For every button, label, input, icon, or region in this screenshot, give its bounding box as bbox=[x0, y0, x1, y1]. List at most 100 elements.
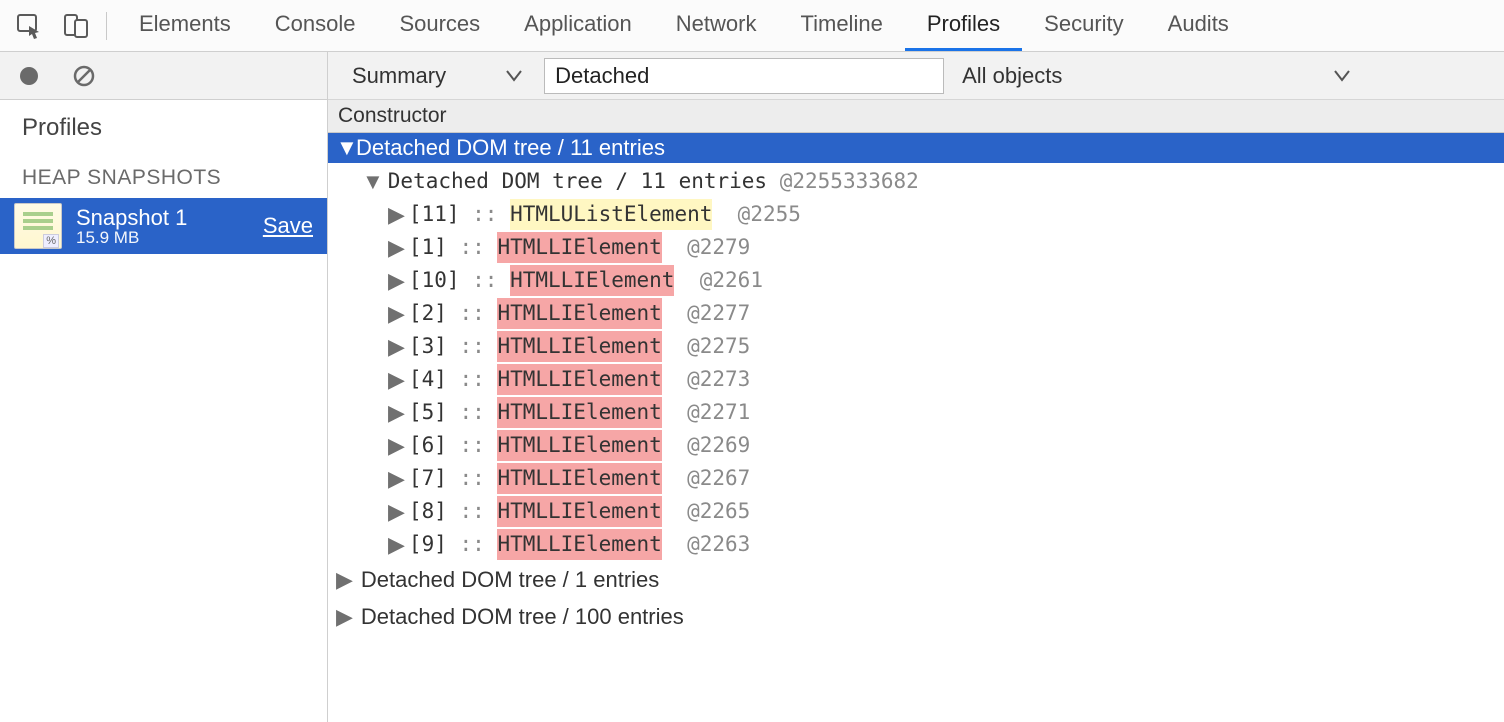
tab-audits[interactable]: Audits bbox=[1146, 0, 1251, 51]
child-separator: :: bbox=[447, 529, 498, 561]
collapsed-group-row[interactable]: ▶Detached DOM tree / 100 entries bbox=[328, 598, 1504, 635]
collapsed-group-label: Detached DOM tree / 1 entries bbox=[361, 563, 659, 596]
child-index: [9] bbox=[409, 529, 447, 561]
view-mode-select[interactable]: Summary bbox=[342, 59, 532, 93]
disclosure-right-icon[interactable]: ▶ bbox=[336, 563, 353, 596]
child-type: HTMLLIElement bbox=[497, 232, 661, 264]
disclosure-right-icon[interactable]: ▶ bbox=[388, 198, 405, 231]
child-object-id: @2265 bbox=[687, 496, 750, 528]
sidebar-toolbar bbox=[0, 52, 327, 100]
child-type: HTMLLIElement bbox=[497, 364, 661, 396]
snapshot-text: Snapshot 1 15.9 MB bbox=[76, 206, 187, 247]
child-object-id: @2263 bbox=[687, 529, 750, 561]
child-separator: :: bbox=[460, 199, 511, 231]
disclosure-right-icon[interactable]: ▶ bbox=[388, 231, 405, 264]
disclosure-right-icon[interactable]: ▶ bbox=[336, 600, 353, 633]
child-object-id: @2279 bbox=[687, 232, 750, 264]
tab-elements[interactable]: Elements bbox=[117, 0, 253, 51]
child-type: HTMLLIElement bbox=[497, 397, 661, 429]
child-separator: :: bbox=[447, 232, 498, 264]
heap-child-row[interactable]: ▶[1] :: HTMLLIElement @2279 bbox=[328, 231, 1504, 264]
selected-group-label: Detached DOM tree / 11 entries bbox=[356, 135, 665, 161]
heap-child-row[interactable]: ▶[9] :: HTMLLIElement @2263 bbox=[328, 528, 1504, 561]
snapshot-size: 15.9 MB bbox=[76, 229, 187, 247]
profiles-main: Summary All objects Constructor ▼ Detach… bbox=[328, 52, 1504, 722]
workspace: Profiles HEAP SNAPSHOTS % Snapshot 1 15.… bbox=[0, 52, 1504, 722]
disclosure-right-icon[interactable]: ▶ bbox=[388, 495, 405, 528]
child-object-id: @2275 bbox=[687, 331, 750, 363]
snapshot-thumb-icon: % bbox=[14, 203, 62, 249]
child-separator: :: bbox=[447, 496, 498, 528]
expanded-group-id: @2255333682 bbox=[780, 166, 919, 198]
disclosure-down-icon[interactable]: ▼ bbox=[362, 165, 384, 198]
class-filter-input[interactable] bbox=[544, 58, 944, 94]
child-index: [2] bbox=[409, 298, 447, 330]
tab-sources[interactable]: Sources bbox=[377, 0, 502, 51]
heap-child-row[interactable]: ▶[6] :: HTMLLIElement @2269 bbox=[328, 429, 1504, 462]
heap-child-row[interactable]: ▶[2] :: HTMLLIElement @2277 bbox=[328, 297, 1504, 330]
child-type: HTMLLIElement bbox=[497, 430, 661, 462]
heap-child-row[interactable]: ▶[11] :: HTMLUListElement @2255 bbox=[328, 198, 1504, 231]
object-scope-label: All objects bbox=[962, 63, 1062, 89]
child-type: HTMLLIElement bbox=[497, 463, 661, 495]
heap-child-row[interactable]: ▶[4] :: HTMLLIElement @2273 bbox=[328, 363, 1504, 396]
child-separator: :: bbox=[447, 364, 498, 396]
child-index: [1] bbox=[409, 232, 447, 264]
tab-profiles[interactable]: Profiles bbox=[905, 0, 1022, 51]
selected-group-row[interactable]: ▼ Detached DOM tree / 11 entries bbox=[328, 133, 1504, 163]
tab-security[interactable]: Security bbox=[1022, 0, 1145, 51]
disclosure-right-icon[interactable]: ▶ bbox=[388, 363, 405, 396]
chevron-down-icon bbox=[1334, 70, 1350, 82]
clear-icon[interactable] bbox=[72, 64, 96, 88]
disclosure-right-icon[interactable]: ▶ bbox=[388, 297, 405, 330]
child-object-id: @2267 bbox=[687, 463, 750, 495]
record-icon[interactable] bbox=[18, 65, 40, 87]
view-mode-label: Summary bbox=[352, 63, 446, 89]
disclosure-right-icon[interactable]: ▶ bbox=[388, 264, 405, 297]
child-object-id: @2255 bbox=[738, 199, 801, 231]
disclosure-right-icon[interactable]: ▶ bbox=[388, 330, 405, 363]
child-type: HTMLLIElement bbox=[497, 331, 661, 363]
disclosure-down-icon[interactable]: ▼ bbox=[336, 135, 350, 161]
tab-network[interactable]: Network bbox=[654, 0, 779, 51]
child-index: [4] bbox=[409, 364, 447, 396]
main-toolbar: Summary All objects bbox=[328, 52, 1504, 100]
child-object-id: @2277 bbox=[687, 298, 750, 330]
expanded-group-row[interactable]: ▼ Detached DOM tree / 11 entries @225533… bbox=[328, 165, 1504, 198]
child-object-id: @2261 bbox=[700, 265, 763, 297]
expanded-group-label: Detached DOM tree / 11 entries bbox=[388, 166, 767, 198]
column-header-constructor[interactable]: Constructor bbox=[328, 100, 1504, 133]
tab-application[interactable]: Application bbox=[502, 0, 654, 51]
chevron-down-icon bbox=[506, 70, 522, 82]
child-index: [6] bbox=[409, 430, 447, 462]
child-index: [10] bbox=[409, 265, 460, 297]
child-type: HTMLLIElement bbox=[497, 529, 661, 561]
child-separator: :: bbox=[447, 298, 498, 330]
inspect-element-icon[interactable] bbox=[16, 12, 44, 40]
snapshot-item[interactable]: % Snapshot 1 15.9 MB Save bbox=[0, 198, 327, 254]
sidebar-title: Profiles bbox=[0, 100, 327, 148]
disclosure-right-icon[interactable]: ▶ bbox=[388, 462, 405, 495]
tab-timeline[interactable]: Timeline bbox=[778, 0, 904, 51]
disclosure-right-icon[interactable]: ▶ bbox=[388, 528, 405, 561]
child-object-id: @2273 bbox=[687, 364, 750, 396]
heap-child-row[interactable]: ▶[5] :: HTMLLIElement @2271 bbox=[328, 396, 1504, 429]
tabstrip-left-icons bbox=[6, 0, 102, 51]
disclosure-right-icon[interactable]: ▶ bbox=[388, 396, 405, 429]
device-toolbar-icon[interactable] bbox=[62, 12, 90, 40]
child-index: [3] bbox=[409, 331, 447, 363]
tab-console[interactable]: Console bbox=[253, 0, 378, 51]
heap-child-row[interactable]: ▶[7] :: HTMLLIElement @2267 bbox=[328, 462, 1504, 495]
child-separator: :: bbox=[447, 430, 498, 462]
tabstrip-separator bbox=[106, 12, 107, 40]
heap-child-row[interactable]: ▶[3] :: HTMLLIElement @2275 bbox=[328, 330, 1504, 363]
collapsed-group-row[interactable]: ▶Detached DOM tree / 1 entries bbox=[328, 561, 1504, 598]
heap-child-row[interactable]: ▶[8] :: HTMLLIElement @2265 bbox=[328, 495, 1504, 528]
child-type: HTMLLIElement bbox=[497, 298, 661, 330]
child-separator: :: bbox=[447, 331, 498, 363]
disclosure-right-icon[interactable]: ▶ bbox=[388, 429, 405, 462]
object-scope-select[interactable]: All objects bbox=[956, 59, 1356, 93]
snapshot-save-link[interactable]: Save bbox=[263, 213, 313, 239]
child-type: HTMLLIElement bbox=[497, 496, 661, 528]
heap-child-row[interactable]: ▶[10] :: HTMLLIElement @2261 bbox=[328, 264, 1504, 297]
